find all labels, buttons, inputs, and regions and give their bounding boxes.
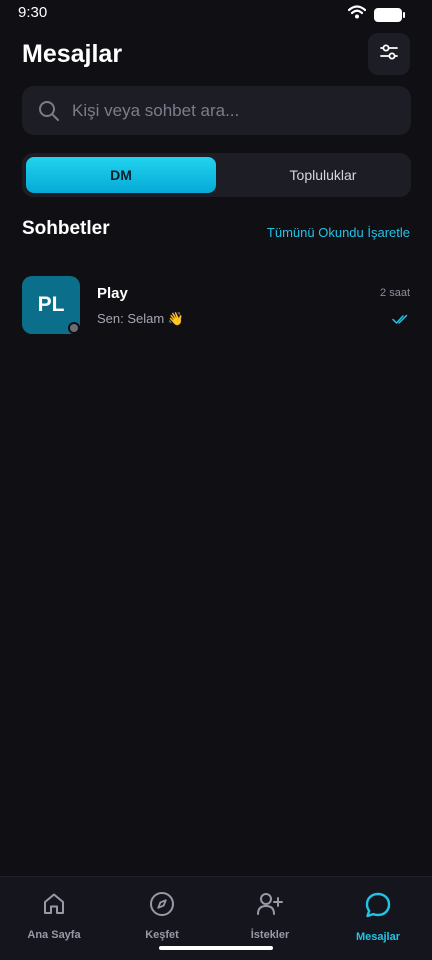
status-bar: 9:30	[0, 0, 432, 26]
wifi-icon	[347, 5, 367, 24]
sliders-icon	[379, 43, 399, 66]
nav-label-discover: Keşfet	[145, 929, 179, 941]
nav-label-home: Ana Sayfa	[27, 929, 81, 941]
nav-item-home[interactable]: Ana Sayfa	[0, 891, 108, 941]
nav-label-requests: İstekler	[250, 929, 290, 941]
search-icon	[38, 100, 60, 127]
messages-screen: 9:30 Mesajlar Kişi veya sohbet ara... DM…	[0, 0, 432, 960]
search-input[interactable]	[72, 86, 392, 135]
chat-list-item[interactable]: PL Play Sen: Selam 👋 2 saat	[0, 270, 432, 342]
presence-status-dot	[68, 322, 80, 334]
status-time: 9:30	[18, 4, 48, 21]
tab-dm[interactable]: DM	[26, 157, 216, 193]
home-indicator	[159, 946, 273, 950]
filter-button[interactable]	[368, 33, 410, 75]
compass-icon	[149, 891, 175, 922]
home-icon	[41, 891, 67, 922]
nav-item-requests[interactable]: İstekler	[216, 891, 324, 941]
nav-item-discover[interactable]: Keşfet	[108, 891, 216, 941]
nav-label-messages: Mesajlar	[355, 931, 401, 943]
mark-all-read-link[interactable]: Tümünü Okundu İşaretle	[267, 225, 410, 240]
section-title: Sohbetler	[22, 218, 110, 239]
battery-icon	[374, 7, 405, 22]
double-check-icon	[392, 312, 410, 330]
chat-name: Play	[97, 285, 128, 302]
chat-timestamp: 2 saat	[380, 287, 410, 299]
chat-bubble-icon	[364, 891, 392, 924]
segmented-tabs: DM Topluluklar	[22, 153, 411, 197]
bottom-navigation: Ana Sayfa Keşfet İstekler Mesajlar	[0, 876, 432, 960]
nav-item-messages[interactable]: Mesajlar	[324, 891, 432, 943]
chat-last-message: Sen: Selam 👋	[97, 311, 185, 326]
tab-communities[interactable]: Topluluklar	[238, 157, 408, 193]
search-box[interactable]	[22, 86, 411, 135]
status-icons	[347, 5, 405, 24]
add-user-icon	[256, 891, 284, 922]
page-title: Mesajlar	[22, 40, 123, 68]
